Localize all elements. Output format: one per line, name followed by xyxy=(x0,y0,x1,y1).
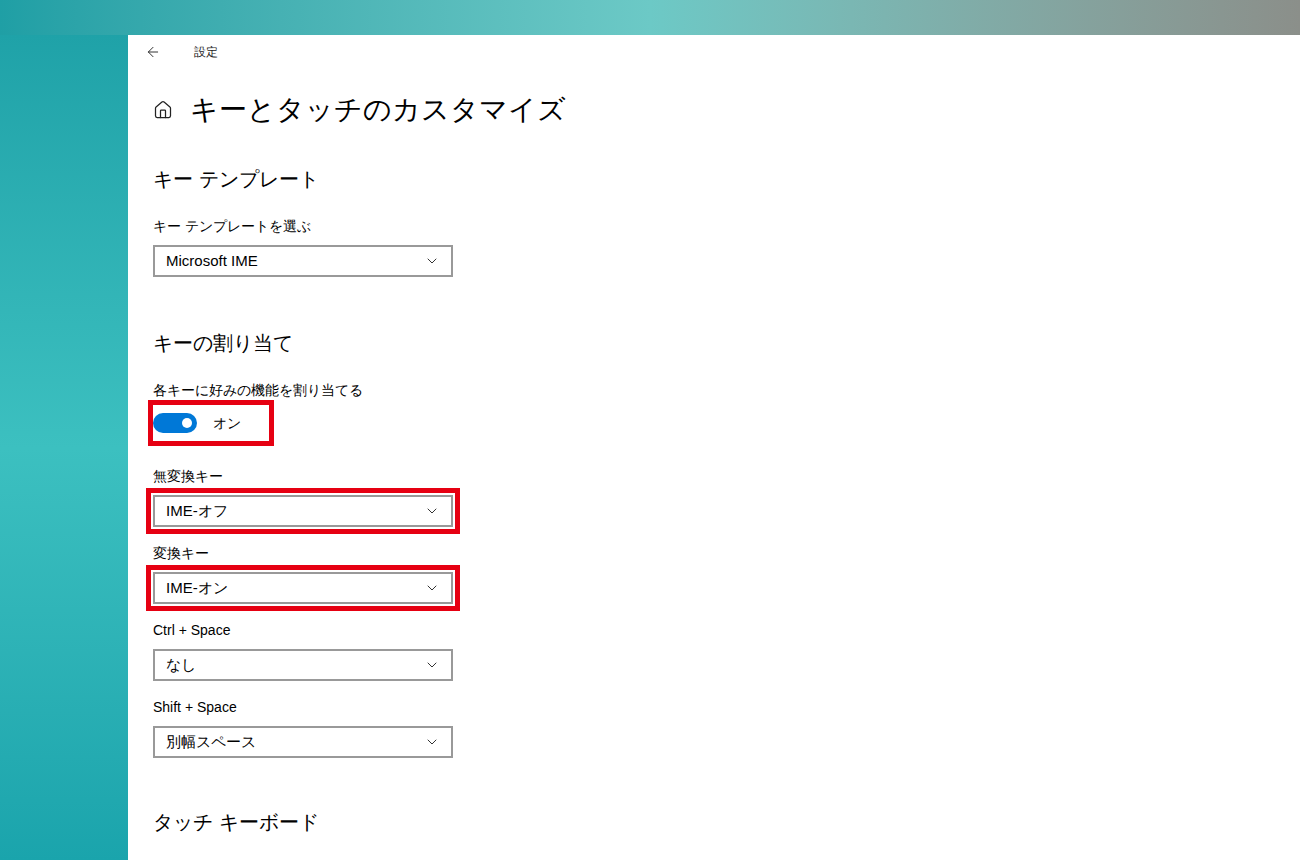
key-dropdown[interactable]: 別幅スペース xyxy=(153,726,453,758)
dropdown-value: IME-オフ xyxy=(166,500,228,523)
chevron-down-icon xyxy=(424,580,440,596)
toggle-switch[interactable] xyxy=(153,413,197,433)
toggle-state: オン xyxy=(213,413,241,434)
wallpaper-top xyxy=(0,0,1300,35)
dropdown-value: なし xyxy=(166,654,196,677)
window-title: 設定 xyxy=(194,43,218,61)
dropdown-value: 別幅スペース xyxy=(166,731,256,754)
field-label: Ctrl + Space xyxy=(153,620,1300,640)
assign-toggle[interactable]: オン xyxy=(153,405,269,441)
field-label: 変換キー xyxy=(153,543,1300,563)
section-heading: キー テンプレート xyxy=(153,165,1300,193)
chevron-down-icon xyxy=(424,253,440,269)
field-label: キー テンプレートを選ぶ xyxy=(153,216,1300,236)
key-dropdown[interactable]: IME-オフ xyxy=(153,495,453,527)
home-icon[interactable] xyxy=(153,100,173,120)
desktop: 設定キーとタッチのカスタマイズキー テンプレートキー テンプレートを選ぶ Micr… xyxy=(0,0,1300,860)
field-label: 各キーに好みの機能を割り当てる xyxy=(153,380,1300,400)
page-title: キーとタッチのカスタマイズ xyxy=(190,90,566,130)
key-dropdown[interactable]: なし xyxy=(153,649,453,681)
key-dropdown[interactable]: IME-オン xyxy=(153,572,453,604)
key-template-dropdown[interactable]: Microsoft IME xyxy=(153,245,453,277)
dropdown-value: IME-オン xyxy=(166,577,228,600)
field-label: 無変換キー xyxy=(153,466,1300,486)
back-arrow-icon[interactable] xyxy=(145,44,161,60)
section-heading: タッチ キーボード xyxy=(153,808,1300,836)
chevron-down-icon xyxy=(424,503,440,519)
chevron-down-icon xyxy=(424,657,440,673)
title-bar: 設定 xyxy=(128,35,1300,69)
wallpaper-left xyxy=(0,35,128,860)
section-heading: キーの割り当て xyxy=(153,329,1300,357)
chevron-down-icon xyxy=(424,734,440,750)
toggle-knob xyxy=(182,418,192,428)
dropdown-value: Microsoft IME xyxy=(166,250,258,273)
page-header: キーとタッチのカスタマイズ xyxy=(153,90,1300,130)
field-label: Shift + Space xyxy=(153,697,1300,717)
settings-window: 設定キーとタッチのカスタマイズキー テンプレートキー テンプレートを選ぶ Micr… xyxy=(128,35,1300,860)
